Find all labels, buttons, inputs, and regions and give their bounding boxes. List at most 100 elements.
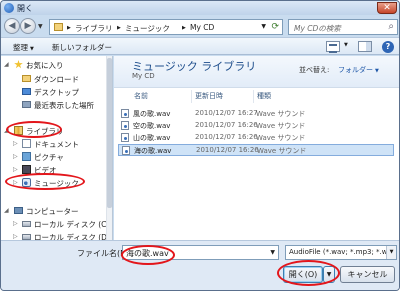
disk-icon — [22, 221, 31, 227]
nav-item-label: デスクトップ — [34, 88, 79, 97]
file-list-pane: ミュージック ライブラリ My CD 並べ替え: フォルダー ▼ 名前 更新日時 … — [114, 56, 399, 240]
nav-item-computer[interactable]: ◢ コンピューター — [1, 205, 112, 217]
app-icon — [4, 3, 14, 13]
file-type-select[interactable]: AudioFile (*.wav; *.mp3; *.w ▼ — [285, 245, 397, 260]
arrange-by-dropdown[interactable]: フォルダー ▼ — [338, 65, 379, 75]
column-divider[interactable] — [253, 90, 254, 103]
star-icon — [14, 60, 23, 69]
breadcrumb-separator: ▶ — [182, 25, 186, 31]
navigation-pane: ◢ お気に入り ダウンロード デスクトップ 最近表示した場所 ◢ ライブラリ ▷… — [1, 56, 113, 242]
computer-icon — [14, 207, 23, 214]
recent-pages-dropdown-icon[interactable]: ▼ — [38, 23, 43, 30]
nav-item-label: コンピューター — [26, 207, 79, 216]
breadcrumb-separator: ▶ — [67, 25, 71, 31]
back-button[interactable]: ◀ — [4, 18, 20, 34]
file-type: Wave サウンド — [257, 147, 307, 155]
breadcrumb-libraries[interactable]: ライブラリ — [75, 23, 113, 34]
arrange-by-value: フォルダー — [338, 66, 373, 74]
chevron-down-icon: ▼ — [30, 46, 34, 52]
nav-item-favorites[interactable]: ◢ お気に入り — [1, 59, 112, 71]
audio-file-icon — [121, 109, 129, 118]
recent-places-icon — [22, 101, 31, 108]
audio-file-icon — [121, 133, 129, 142]
nav-item-local-disk-c[interactable]: ▷ ローカル ディスク (C:) — [1, 218, 112, 230]
annotation-ellipse-music — [5, 173, 85, 190]
navigation-bar: ◀ ▶ ▼ ▶ ライブラリ ▶ ミュージック ▶ My CD ▼ ⟳ My CD… — [1, 15, 399, 37]
collapse-icon[interactable]: ◢ — [4, 61, 9, 68]
address-dropdown-icon[interactable]: ▼ — [261, 23, 266, 30]
pictures-icon — [22, 152, 31, 161]
library-subtitle: My CD — [132, 72, 155, 80]
window-title: 開く — [17, 4, 33, 13]
title-bar[interactable]: 開く ✕ — [1, 1, 399, 15]
nav-item-label: ドキュメント — [34, 140, 79, 149]
nav-item-desktop[interactable]: デスクトップ — [1, 86, 112, 98]
chevron-down-icon[interactable]: ▼ — [386, 246, 396, 259]
expand-icon[interactable]: ▷ — [13, 233, 18, 240]
refresh-icon[interactable]: ⟳ — [271, 22, 279, 32]
scrollbar-thumb[interactable] — [107, 58, 112, 208]
dialog-footer: ファイル名(N): 海の歌.wav ▼ AudioFile (*.wav; *.… — [1, 240, 399, 290]
nav-item-label: ダウンロード — [34, 75, 79, 84]
expand-icon[interactable]: ▷ — [13, 166, 18, 173]
organize-menu[interactable]: 整理 ▼ — [13, 42, 34, 53]
new-folder-button[interactable]: 新しいフォルダー — [52, 42, 112, 53]
file-date: 2010/12/07 16:26 — [196, 146, 259, 154]
column-header-date[interactable]: 更新日時 — [195, 91, 223, 103]
desktop-icon — [22, 88, 31, 95]
help-icon[interactable]: ? — [382, 41, 394, 53]
file-type: Wave サウンド — [256, 110, 306, 118]
nav-item-documents[interactable]: ▷ ドキュメント — [1, 138, 112, 150]
audio-file-icon — [121, 121, 129, 130]
expand-icon[interactable]: ▷ — [13, 140, 18, 147]
column-header-type[interactable]: 種類 — [257, 91, 271, 103]
nav-item-downloads[interactable]: ダウンロード — [1, 73, 112, 85]
expand-icon[interactable]: ▷ — [13, 220, 18, 227]
annotation-ellipse-libraries — [6, 121, 62, 138]
breadcrumb-separator: ▶ — [117, 25, 121, 31]
search-icon[interactable]: ⌕ — [388, 21, 394, 32]
file-name: 風の歌.wav — [133, 110, 171, 118]
library-header: ミュージック ライブラリ My CD 並べ替え: フォルダー ▼ — [114, 56, 399, 88]
column-header-name[interactable]: 名前 — [134, 91, 148, 103]
breadcrumb-music[interactable]: ミュージック — [125, 23, 170, 34]
expand-icon[interactable]: ▷ — [13, 153, 18, 160]
downloads-folder-icon — [22, 75, 31, 82]
breadcrumb-my-cd[interactable]: My CD — [190, 23, 214, 32]
nav-pane-scrollbar[interactable] — [106, 56, 112, 240]
file-name: 空の歌.wav — [133, 122, 171, 130]
nav-item-label: ピクチャ — [34, 153, 64, 162]
organize-label: 整理 — [13, 43, 28, 52]
column-divider[interactable] — [191, 90, 192, 103]
file-date: 2010/12/07 16:26 — [195, 133, 258, 141]
file-date: 2010/12/07 16:27 — [195, 109, 258, 117]
cancel-button[interactable]: キャンセル — [340, 266, 395, 283]
change-view-icon[interactable] — [326, 41, 340, 53]
view-options-dropdown-icon[interactable]: ▼ — [344, 42, 348, 48]
forward-button[interactable]: ▶ — [20, 18, 36, 34]
file-name: 山の歌.wav — [133, 134, 171, 142]
open-file-dialog: 開く ✕ ◀ ▶ ▼ ▶ ライブラリ ▶ ミュージック ▶ My CD ▼ ⟳ … — [0, 0, 400, 291]
documents-icon — [22, 139, 31, 148]
address-bar[interactable]: ▶ ライブラリ ▶ ミュージック ▶ My CD ▼ ⟳ — [49, 19, 283, 35]
nav-item-recent-places[interactable]: 最近表示した場所 — [1, 99, 112, 111]
collapse-icon[interactable]: ◢ — [4, 207, 9, 214]
annotation-ellipse-open-button — [277, 260, 340, 286]
file-row[interactable]: 空の歌.wav 2010/12/07 16:26 Wave サウンド — [118, 120, 394, 132]
close-button[interactable]: ✕ — [377, 2, 397, 14]
file-type-value: AudioFile (*.wav; *.mp3; *.w — [289, 248, 388, 256]
file-row[interactable]: 風の歌.wav 2010/12/07 16:27 Wave サウンド — [118, 108, 394, 120]
library-icon — [54, 23, 63, 31]
file-type: Wave サウンド — [256, 134, 306, 142]
filename-history-dropdown-icon[interactable]: ▼ — [270, 249, 275, 256]
annotation-ellipse-filename — [121, 245, 175, 265]
preview-pane-icon[interactable] — [358, 41, 372, 52]
nav-item-label: 最近表示した場所 — [34, 101, 94, 110]
file-date: 2010/12/07 16:26 — [195, 121, 258, 129]
search-box[interactable]: My CDの検索 ⌕ — [288, 19, 398, 35]
file-row-selected[interactable]: 海の歌.wav 2010/12/07 16:26 Wave サウンド — [118, 144, 394, 156]
nav-item-pictures[interactable]: ▷ ピクチャ — [1, 151, 112, 163]
nav-item-label: ローカル ディスク (C:) — [34, 220, 112, 229]
command-bar: 整理 ▼ 新しいフォルダー ▼ ? — [1, 37, 399, 55]
file-row[interactable]: 山の歌.wav 2010/12/07 16:26 Wave サウンド — [118, 132, 394, 144]
